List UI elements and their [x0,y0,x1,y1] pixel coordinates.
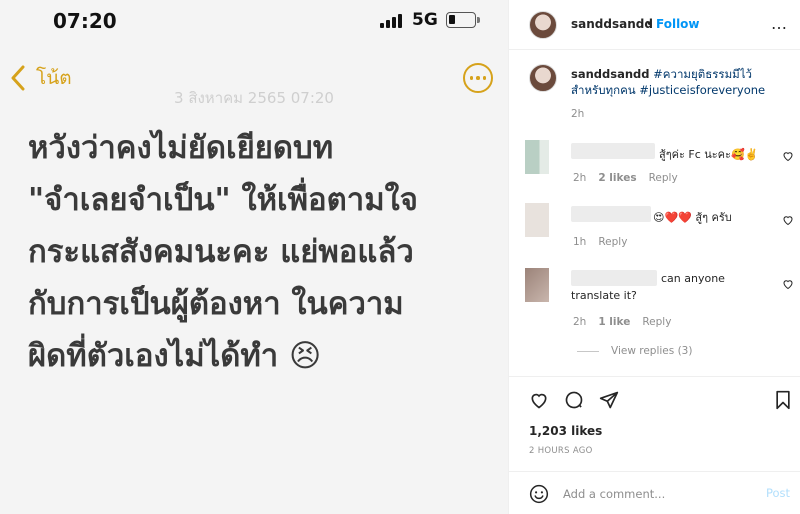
note-line: กระแสสังคมนะคะ แย่พอแล้ว [28,234,414,270]
status-time: 07:20 [53,9,117,33]
share-paper-plane-icon[interactable] [599,390,619,410]
comment-meta: 2h 1 like Reply [573,316,683,328]
avatar[interactable] [529,11,557,39]
emoji-icon[interactable] [529,484,549,504]
signal-icon [380,14,404,28]
post-header: sanddsandd • Follow … [509,0,800,50]
post-button[interactable]: Post [766,486,790,500]
action-bar [509,376,800,420]
heart-icon[interactable] [782,278,794,290]
note-line: "จำเลยจำเป็น" ให้เพื่อตามใจ [28,182,418,218]
redacted-username [571,206,651,222]
dot-icon [476,76,480,80]
heart-icon[interactable] [782,150,794,162]
comment-bubble-icon[interactable] [564,390,584,410]
comment-text: 😍❤️❤️ สู้ๆ ครับ [653,211,732,224]
avatar[interactable] [525,140,549,174]
view-replies-button[interactable]: View replies (3) [577,345,692,357]
more-icon[interactable]: … [771,14,787,33]
note-body: หวังว่าคงไม่ยัดเยียดบท "จำเลยจำเป็น" ให้… [28,122,498,382]
bookmark-icon[interactable] [773,390,793,410]
comment-text: translate it? [571,289,637,302]
network-label: 5G [412,10,438,30]
comment-input[interactable] [563,484,753,504]
comment-text: สู้ๆค่ะ Fc นะคะ🥰✌️ [659,148,759,161]
caption-username[interactable]: sanddsandd [571,67,650,81]
reply-button[interactable]: Reply [598,236,627,248]
avatar[interactable] [529,64,557,92]
note-line: ผิดที่ตัวเองไม่ได้ทำ 😣 [28,338,322,374]
note-line: กับการเป็นผู้ต้องหา ในความ [28,286,404,322]
comment-time: 2h [573,172,587,184]
reply-button[interactable]: Reply [649,172,678,184]
comment-meta: 1h Reply [573,236,639,248]
dot-icon [469,76,474,80]
comment-meta: 2h 2 likes Reply [573,172,690,184]
comment-time: 1h [573,236,587,248]
comment-text: can anyone [661,272,725,285]
battery-level-fill [449,15,455,24]
username[interactable]: sanddsandd [571,17,653,31]
likes-count[interactable]: 1,203 likes [529,424,602,438]
post-time: 2 HOURS AGO [529,446,593,456]
reply-button[interactable]: Reply [642,316,671,328]
heart-icon[interactable] [782,214,794,226]
caption-time: 2h [571,108,585,120]
comment-likes[interactable]: 1 like [598,316,630,328]
follow-button[interactable]: Follow [656,17,700,31]
separator-dot: • [646,17,654,31]
note-date: 3 สิงหาคม 2565 07:20 [174,89,334,107]
avatar[interactable] [525,268,549,302]
battery-icon [446,12,480,28]
avatar[interactable] [525,203,549,237]
notes-screenshot: 07:20 5G โน้ต 3 สิงหาคม 2565 07:20 หวังว… [0,0,508,514]
redacted-username [571,270,657,286]
caption-text: sanddsandd #ความยุติธรรมมีไว้สำหรับทุกคน… [571,66,785,98]
note-line: หวังว่าคงไม่ยัดเยียดบท [28,130,334,166]
add-comment-bar: Post [509,471,800,514]
comment-time: 2h [573,316,587,328]
instagram-panel: sanddsandd • Follow … sanddsandd #ความยุ… [508,0,800,514]
redacted-username [571,143,655,159]
like-heart-icon[interactable] [529,390,549,410]
dot-icon [482,76,487,80]
comment-likes[interactable]: 2 likes [598,172,636,184]
